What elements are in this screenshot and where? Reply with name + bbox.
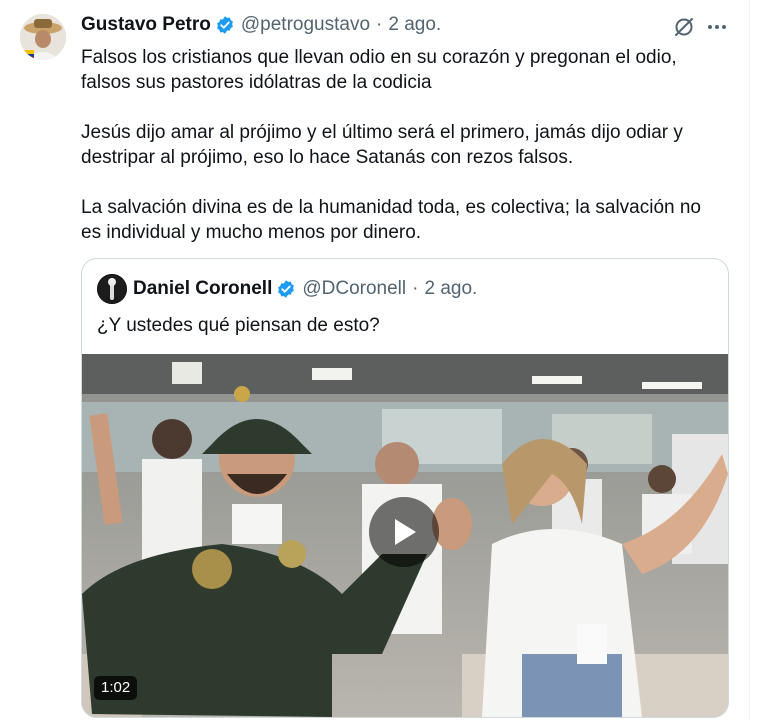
post-header: Gustavo Petro @petrogustavo · 2 ago. bbox=[81, 12, 441, 38]
video-thumbnail[interactable]: 1:02 bbox=[82, 354, 728, 717]
author-name[interactable]: Gustavo Petro bbox=[81, 14, 211, 36]
post-paragraph: Jesús dijo amar al prójimo y el último s… bbox=[81, 122, 683, 168]
quoted-post-text: ¿Y ustedes qué piensan de esto? bbox=[97, 315, 380, 336]
more-options-icon[interactable] bbox=[705, 15, 729, 39]
quoted-author-name[interactable]: Daniel Coronell bbox=[133, 278, 272, 300]
verified-badge-icon bbox=[276, 279, 296, 299]
post-date[interactable]: 2 ago. bbox=[388, 14, 441, 36]
play-icon bbox=[395, 519, 416, 545]
quoted-post-header: Daniel Coronell @DCoronell · 2 ago. bbox=[133, 276, 477, 302]
post-paragraph: La salvación divina es de la humanidad t… bbox=[81, 197, 701, 243]
video-duration-badge: 1:02 bbox=[94, 676, 138, 700]
quoted-post-card[interactable]: Daniel Coronell @DCoronell · 2 ago. ¿Y u… bbox=[81, 258, 729, 718]
grok-icon[interactable] bbox=[672, 15, 696, 39]
post-paragraph: Falsos los cristianos que llevan odio en… bbox=[81, 47, 677, 93]
quoted-author-avatar[interactable] bbox=[97, 274, 127, 304]
author-avatar[interactable] bbox=[20, 14, 66, 60]
verified-badge-icon bbox=[215, 15, 235, 35]
separator-dot: · bbox=[376, 14, 383, 35]
separator-dot: · bbox=[412, 278, 419, 299]
quoted-post-date[interactable]: 2 ago. bbox=[424, 278, 477, 300]
quoted-author-handle[interactable]: @DCoronell bbox=[302, 278, 406, 300]
author-handle[interactable]: @petrogustavo bbox=[241, 14, 370, 36]
column-border bbox=[749, 0, 750, 720]
post-text: Falsos los cristianos que llevan odio en… bbox=[81, 45, 711, 270]
play-button[interactable] bbox=[369, 497, 439, 567]
